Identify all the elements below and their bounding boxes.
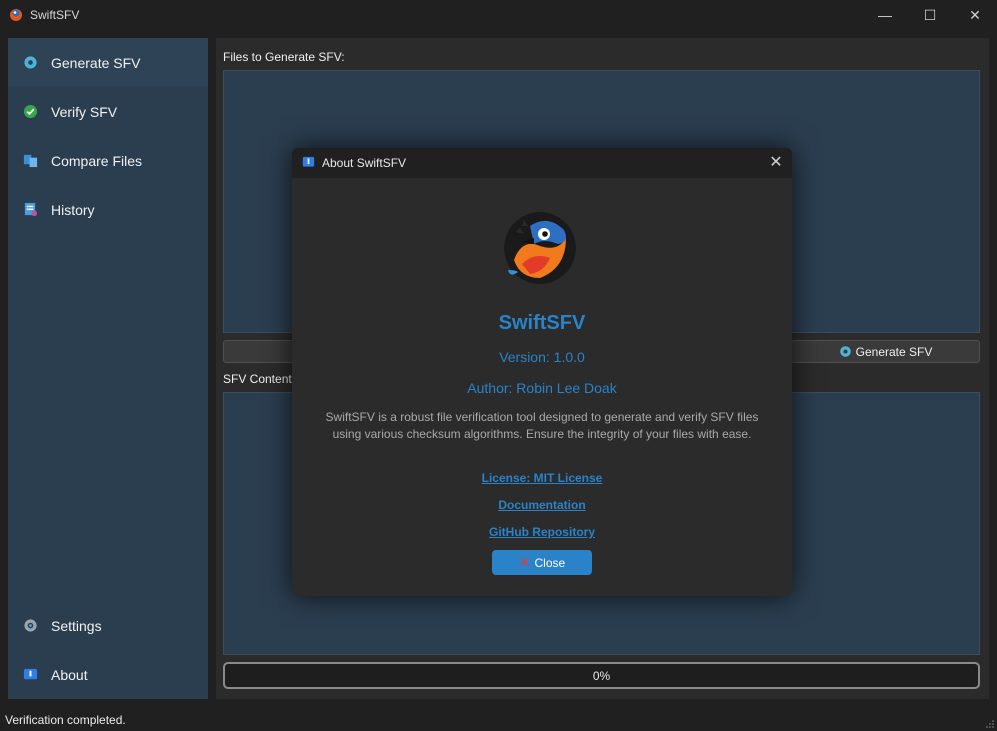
settings-icon	[24, 619, 37, 632]
progress-bar: 0%	[223, 662, 980, 689]
close-button[interactable]: ✕ Close	[492, 550, 592, 575]
close-x-icon: ✕	[518, 554, 531, 570]
info-icon	[302, 156, 315, 167]
about-author: Author: Robin Lee Doak	[467, 380, 617, 396]
gear-icon	[24, 56, 37, 69]
resize-grip-icon[interactable]	[985, 719, 995, 729]
close-button-label: Close	[534, 555, 566, 570]
gear-icon	[839, 346, 851, 357]
sidebar-item-label: Settings	[51, 618, 102, 634]
generate-sfv-button[interactable]: Generate SFV	[791, 340, 980, 363]
minimize-button[interactable]: —	[862, 0, 908, 30]
status-bar: Verification completed.	[0, 709, 997, 731]
sidebar-item-label: Generate SFV	[51, 55, 141, 71]
window-title: SwiftSFV	[30, 8, 80, 22]
window-titlebar: SwiftSFV — ☐ ✕	[0, 0, 997, 30]
dialog-titlebar: About SwiftSFV ✕	[292, 148, 792, 178]
sidebar-item-history[interactable]: History	[8, 185, 208, 234]
about-version: Version: 1.0.0	[499, 349, 585, 365]
history-icon	[24, 202, 38, 217]
sidebar-item-label: About	[51, 667, 88, 683]
sidebar-item-generate-sfv[interactable]: Generate SFV	[8, 38, 208, 87]
sidebar-item-label: Verify SFV	[51, 104, 118, 120]
progress-text: 0%	[592, 668, 611, 683]
sidebar-item-label: History	[51, 202, 95, 218]
swiftsfv-logo	[504, 212, 576, 284]
license-link[interactable]: License: MIT License	[292, 471, 792, 485]
compare-icon	[23, 154, 38, 168]
dialog-close-icon[interactable]: ✕	[766, 153, 786, 173]
add-files-button[interactable]	[223, 340, 303, 363]
sidebar-item-settings[interactable]: Settings	[8, 601, 208, 650]
window-close-button[interactable]: ✕	[952, 0, 997, 30]
about-dialog: About SwiftSFV ✕ SwiftSFV Version: 1.0.0…	[292, 148, 792, 596]
app-logo-icon	[10, 9, 22, 21]
info-icon	[23, 668, 38, 680]
status-text: Verification completed.	[5, 713, 126, 727]
sidebar-item-compare-files[interactable]: Compare Files	[8, 136, 208, 185]
check-circle-icon	[23, 104, 38, 119]
dialog-title: About SwiftSFV	[322, 156, 407, 170]
maximize-button[interactable]: ☐	[907, 0, 953, 30]
sidebar: Generate SFV Verify SFV Compare Files Hi…	[8, 38, 208, 699]
sidebar-item-verify-sfv[interactable]: Verify SFV	[8, 87, 208, 136]
generate-sfv-label: Generate SFV	[855, 344, 933, 359]
about-description: SwiftSFV is a robust file verification t…	[325, 410, 759, 441]
about-app-name: SwiftSFV	[498, 312, 586, 334]
github-repository-link[interactable]: GitHub Repository	[292, 525, 792, 539]
sfv-content-label: SFV Content:	[223, 372, 296, 386]
documentation-link[interactable]: Documentation	[292, 498, 792, 512]
files-label: Files to Generate SFV:	[223, 50, 345, 64]
sidebar-item-label: Compare Files	[51, 153, 143, 169]
sidebar-item-about[interactable]: About	[8, 650, 208, 699]
